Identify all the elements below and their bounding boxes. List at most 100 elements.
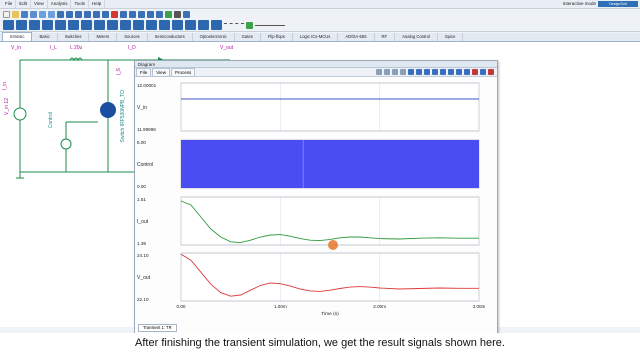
zoom-out-icon[interactable] <box>392 69 398 75</box>
resistor-icon[interactable] <box>16 20 27 30</box>
menu-view[interactable]: View <box>31 0 48 8</box>
zoom-fit-icon[interactable] <box>400 69 406 75</box>
gate-icon[interactable] <box>159 20 170 30</box>
mosfet-symbol <box>100 102 116 118</box>
y-label-0: V_in <box>137 105 147 111</box>
tab-basic[interactable]: Basic <box>32 33 58 41</box>
tab-switches[interactable]: Switches <box>58 33 90 41</box>
switch-icon[interactable] <box>94 20 105 30</box>
new-file-icon[interactable] <box>3 10 10 18</box>
mouse-cursor-highlight <box>328 240 338 250</box>
zoom-icon[interactable] <box>57 10 64 18</box>
diode-icon[interactable] <box>107 20 118 30</box>
menu-tools[interactable]: Tools <box>71 0 89 8</box>
waveform-plots[interactable]: 12.00001 11.99998 V_in 5.00 0.00 Control 1.51 1… <box>135 77 497 322</box>
ground-icon[interactable] <box>3 20 14 30</box>
tab-spice[interactable]: Spice <box>438 33 464 41</box>
diagram-menu-process[interactable]: Process <box>170 67 196 77</box>
probe-icon[interactable] <box>138 10 145 18</box>
tab-gates[interactable]: Gates <box>235 33 261 41</box>
text-tool-icon[interactable] <box>174 10 181 18</box>
cursor-b-icon[interactable] <box>448 69 454 75</box>
tab-meters[interactable]: Meters <box>89 33 118 41</box>
menu-edit[interactable]: Edit <box>16 0 32 8</box>
capacitor-icon[interactable] <box>29 20 40 30</box>
rotate-icon[interactable] <box>120 10 127 18</box>
control-source-symbol <box>60 138 72 150</box>
label-il: I_L <box>50 45 57 51</box>
tab-logic-ics[interactable]: Logic ICs-MCUs <box>293 33 339 41</box>
y-label-3: V_out <box>137 275 151 281</box>
cursor-icon[interactable] <box>376 69 382 75</box>
transistor-icon[interactable] <box>120 20 131 30</box>
diagram-window[interactable]: Diagram File View Process 12.00001 11.99… <box>134 60 498 334</box>
menu-analysis[interactable]: Analysis <box>48 0 72 8</box>
open-folder-icon[interactable] <box>12 10 19 18</box>
wire-tool-icon[interactable] <box>224 22 244 28</box>
select-icon[interactable] <box>66 10 73 18</box>
menu-file[interactable]: File <box>2 0 17 8</box>
battery-icon[interactable] <box>81 20 92 30</box>
tab-optoelectronic[interactable]: Optoelectronic <box>193 33 235 41</box>
diagram-menu-file[interactable]: File <box>136 67 152 77</box>
record-icon[interactable] <box>472 69 478 75</box>
diagram-menu-view[interactable]: View <box>152 67 170 77</box>
zoom-in-icon[interactable] <box>384 69 390 75</box>
close-icon[interactable] <box>488 69 494 75</box>
control-signal-fill <box>181 140 479 188</box>
generator-icon[interactable] <box>172 20 183 30</box>
save-icon[interactable] <box>21 10 28 18</box>
undo-icon[interactable] <box>39 10 46 18</box>
tab-intrinsic[interactable]: Intrinsic <box>2 32 33 41</box>
line-tool-icon[interactable] <box>255 24 285 26</box>
led-icon[interactable] <box>246 21 253 29</box>
arrow-up-icon[interactable] <box>424 69 430 75</box>
tab-flip-flops[interactable]: Flip-flops <box>261 33 293 41</box>
tab-rf[interactable]: RF <box>375 33 396 41</box>
tab-adda[interactable]: AD/DA-555 <box>338 33 375 41</box>
plot-panel-0 <box>180 82 480 132</box>
transient-tab[interactable]: Transient 1: TR <box>138 324 177 332</box>
export-icon[interactable] <box>464 69 470 75</box>
print-icon[interactable] <box>30 10 37 18</box>
arrow-down-icon[interactable] <box>432 69 438 75</box>
meter-icon[interactable] <box>146 20 157 30</box>
mirror-icon[interactable] <box>129 10 136 18</box>
target-icon[interactable] <box>183 10 190 18</box>
settings-icon[interactable] <box>480 69 486 75</box>
voltage-source-icon[interactable] <box>55 20 66 30</box>
current-source-icon[interactable] <box>68 20 79 30</box>
label-is: I_S <box>116 68 122 76</box>
tab-sources[interactable]: Sources <box>117 33 148 41</box>
tab-semiconductors[interactable]: Semiconductors <box>148 33 193 41</box>
bus-icon[interactable] <box>211 20 222 30</box>
add-icon[interactable] <box>165 10 172 18</box>
copy-icon[interactable] <box>456 69 462 75</box>
arrow-right-icon[interactable] <box>416 69 422 75</box>
x-tick-2: 2.00m <box>373 304 386 309</box>
x-tick-1: 1.00m <box>274 304 287 309</box>
y-tick-top-3: 24.10 <box>137 253 149 258</box>
pan-icon[interactable] <box>102 10 109 18</box>
y-tick-bottom-1: 0.00 <box>137 184 146 189</box>
redo-icon[interactable] <box>48 10 55 18</box>
y-tick-bottom-3: 22.10 <box>137 297 149 302</box>
pin-icon[interactable] <box>198 20 209 30</box>
tab-analog-control[interactable]: Analog Control <box>395 33 438 41</box>
wire-icon[interactable] <box>75 10 82 18</box>
diagram-toolbar <box>376 69 494 75</box>
measure-icon[interactable] <box>147 10 154 18</box>
text-icon[interactable] <box>84 10 91 18</box>
menu-help[interactable]: Help <box>89 0 106 8</box>
label-vin: V_in <box>11 45 22 51</box>
transformer-icon[interactable] <box>185 20 196 30</box>
grid-icon[interactable] <box>93 10 100 18</box>
delete-icon[interactable] <box>111 10 118 18</box>
x-axis-label: Time (s) <box>321 311 339 317</box>
analysis-icon[interactable] <box>156 10 163 18</box>
cursor-a-icon[interactable] <box>440 69 446 75</box>
opamp-icon[interactable] <box>133 20 144 30</box>
arrow-left-icon[interactable] <box>408 69 414 75</box>
inductor-icon[interactable] <box>42 20 53 30</box>
label-vout: V_out <box>220 45 234 51</box>
